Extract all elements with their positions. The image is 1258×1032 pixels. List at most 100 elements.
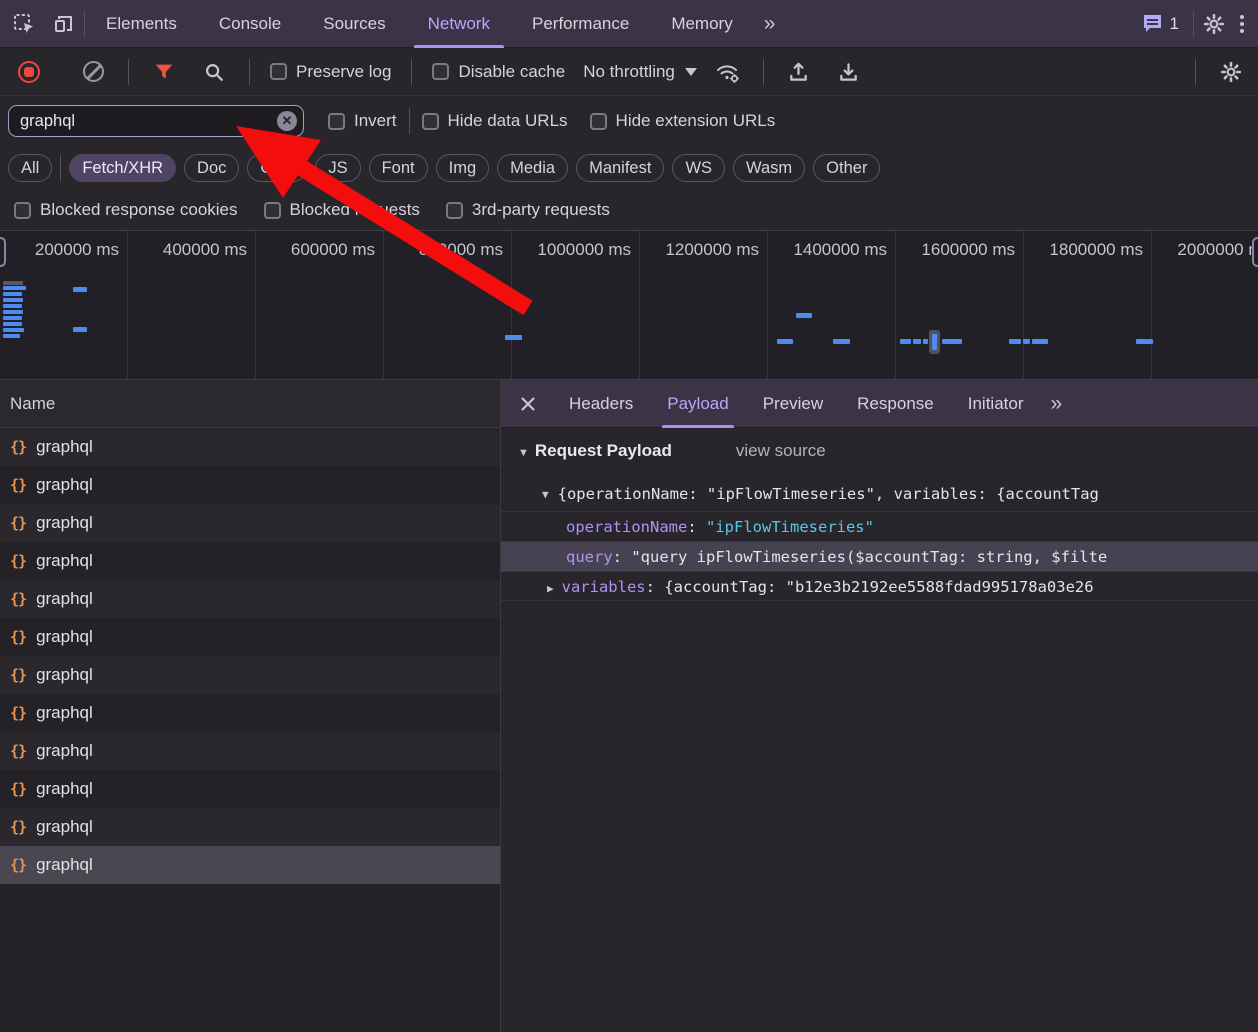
clear-button[interactable] (78, 57, 108, 87)
request-row[interactable]: {}graphql (0, 732, 500, 770)
payload-value: {accountTag: "b12e3b2192ee5588fdad995178… (664, 578, 1093, 596)
throttling-dropdown[interactable]: No throttling (583, 62, 697, 82)
waterfall-bar (1023, 339, 1030, 344)
request-row[interactable]: {}graphql (0, 504, 500, 542)
main-split: Name {}graphql{}graphql{}graphql{}graphq… (0, 380, 1258, 1032)
request-name: graphql (36, 627, 93, 647)
request-row[interactable]: {}graphql (0, 694, 500, 732)
blocked-requests-label: Blocked requests (290, 200, 420, 220)
filter-chip-wasm[interactable]: Wasm (733, 154, 805, 182)
request-row[interactable]: {}graphql (0, 770, 500, 808)
timeline-tick-label: 1600000 ms (896, 231, 1024, 379)
waterfall-bar (3, 310, 23, 314)
collapse-triangle-icon[interactable]: ▼ (518, 447, 529, 459)
json-icon: {} (10, 818, 26, 836)
request-row[interactable]: {}graphql (0, 580, 500, 618)
tab-console[interactable]: Console (198, 0, 302, 48)
request-name: graphql (36, 703, 93, 723)
tab-preview[interactable]: Preview (746, 380, 840, 428)
payload-root-line[interactable]: ▼ {operationName: "ipFlowTimeseries", va… (501, 477, 1258, 511)
waterfall-bar (73, 287, 87, 292)
blocked-response-cookies-checkbox[interactable]: Blocked response cookies (14, 200, 238, 220)
filter-chip-manifest[interactable]: Manifest (576, 154, 664, 182)
filter-chip-ws[interactable]: WS (672, 154, 725, 182)
filter-chip-font[interactable]: Font (369, 154, 428, 182)
third-party-label: 3rd-party requests (472, 200, 610, 220)
filter-toggle-icon[interactable] (149, 57, 179, 87)
requests-list: {}graphql{}graphql{}graphql{}graphql{}gr… (0, 428, 500, 1032)
request-row[interactable]: {}graphql (0, 656, 500, 694)
payload-row-variables[interactable]: ▶variables: {accountTag: "b12e3b2192ee55… (501, 571, 1258, 601)
request-row[interactable]: {}graphql (0, 466, 500, 504)
blocked-requests-checkbox[interactable]: Blocked requests (264, 200, 420, 220)
payload-row-query[interactable]: query: "query ipFlowTimeseries($accountT… (501, 541, 1258, 571)
filter-input[interactable] (8, 105, 304, 137)
expanded-triangle-icon[interactable]: ▼ (542, 488, 549, 501)
kebab-menu-icon[interactable] (1234, 15, 1258, 33)
checkbox-box (446, 202, 463, 219)
search-icon[interactable] (199, 57, 229, 87)
network-conditions-icon[interactable] (713, 57, 743, 87)
request-row[interactable]: {}graphql (0, 542, 500, 580)
name-column-header[interactable]: Name (0, 380, 500, 428)
clear-filter-icon[interactable]: ✕ (277, 111, 297, 131)
tab-initiator[interactable]: Initiator (951, 380, 1041, 428)
issues-button[interactable]: 1 (1142, 14, 1179, 34)
filter-chip-fetch-xhr[interactable]: Fetch/XHR (69, 154, 176, 182)
network-overview-timeline[interactable]: 200000 ms400000 ms600000 ms800000 ms1000… (0, 230, 1258, 380)
request-name: graphql (36, 513, 93, 533)
third-party-requests-checkbox[interactable]: 3rd-party requests (446, 200, 610, 220)
settings-gear-icon[interactable] (1200, 9, 1228, 39)
view-source-link[interactable]: view source (736, 441, 826, 461)
hide-extension-urls-label: Hide extension URLs (616, 111, 776, 131)
separator (409, 108, 410, 134)
record-button[interactable] (14, 57, 44, 87)
filter-chip-css[interactable]: CSS (247, 154, 307, 182)
more-tabs-icon[interactable]: » (1040, 392, 1070, 416)
inspect-element-icon[interactable] (10, 9, 38, 39)
request-name: graphql (36, 437, 93, 457)
network-toolbar: Preserve log Disable cache No throttling (0, 48, 1258, 96)
tab-sources[interactable]: Sources (302, 0, 406, 48)
tab-payload[interactable]: Payload (650, 380, 745, 428)
request-row[interactable]: {}graphql (0, 618, 500, 656)
export-har-icon[interactable] (834, 57, 864, 87)
collapsed-triangle-icon[interactable]: ▶ (547, 574, 554, 601)
device-toolbar-icon[interactable] (50, 9, 78, 39)
network-settings-gear-icon[interactable] (1216, 57, 1246, 87)
overview-right-grip[interactable] (1252, 237, 1258, 267)
filter-chip-other[interactable]: Other (813, 154, 880, 182)
request-row[interactable]: {}graphql (0, 846, 500, 884)
tab-memory[interactable]: Memory (650, 0, 753, 48)
tab-headers[interactable]: Headers (552, 380, 650, 428)
invert-checkbox[interactable]: Invert (328, 111, 397, 131)
filter-chip-img[interactable]: Img (436, 154, 490, 182)
tab-performance[interactable]: Performance (511, 0, 650, 48)
checkbox-box (270, 63, 287, 80)
close-icon[interactable] (501, 396, 552, 412)
payload-value: "query ipFlowTimeseries($accountTag: str… (631, 548, 1107, 566)
hide-data-urls-checkbox[interactable]: Hide data URLs (422, 111, 568, 131)
payload-row-operationName[interactable]: operationName: "ipFlowTimeseries" (501, 511, 1258, 541)
hide-extension-urls-checkbox[interactable]: Hide extension URLs (590, 111, 776, 131)
checkbox-box (264, 202, 281, 219)
filter-chip-media[interactable]: Media (497, 154, 568, 182)
more-tabs-icon[interactable]: » (754, 12, 784, 36)
filter-chip-all[interactable]: All (8, 154, 52, 182)
tab-network[interactable]: Network (407, 0, 511, 48)
preserve-log-checkbox[interactable]: Preserve log (270, 62, 391, 82)
filter-chip-doc[interactable]: Doc (184, 154, 239, 182)
import-har-icon[interactable] (784, 57, 814, 87)
json-icon: {} (10, 666, 26, 684)
request-row[interactable]: {}graphql (0, 428, 500, 466)
request-row[interactable]: {}graphql (0, 808, 500, 846)
json-icon: {} (10, 780, 26, 798)
overview-left-grip[interactable] (0, 237, 6, 267)
issues-count: 1 (1170, 14, 1179, 34)
tab-elements[interactable]: Elements (85, 0, 198, 48)
filter-chip-js[interactable]: JS (315, 154, 360, 182)
checkbox-box (432, 63, 449, 80)
waterfall-bar (1032, 339, 1048, 344)
disable-cache-checkbox[interactable]: Disable cache (432, 62, 565, 82)
tab-response[interactable]: Response (840, 380, 951, 428)
